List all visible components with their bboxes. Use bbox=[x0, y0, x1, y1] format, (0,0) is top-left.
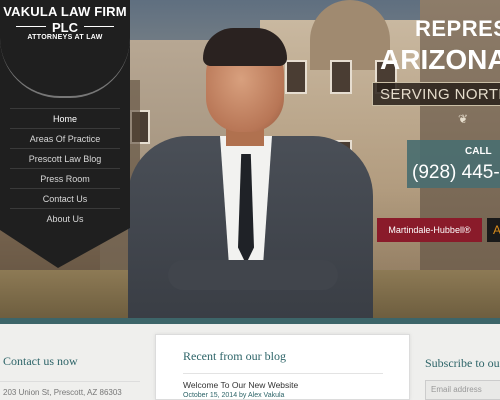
main-nav: Home Areas Of Practice Prescott Law Blog… bbox=[10, 108, 120, 228]
page: REPRESENT ARIZONA BU SERVING NORTHER ❦ C… bbox=[0, 0, 500, 400]
contact-title: Contact us now bbox=[3, 354, 78, 368]
blog-title: Recent from our blog bbox=[183, 349, 286, 363]
nav-item-press-room[interactable]: Press Room bbox=[10, 168, 120, 188]
nav-item-home[interactable]: Home bbox=[10, 108, 120, 128]
blog-post-meta: October 15, 2014 by Alex Vakula bbox=[183, 392, 285, 399]
martindale-badge[interactable]: Martindale-Hubbell® bbox=[377, 218, 482, 242]
blog-post-link[interactable]: Welcome To Our New Website bbox=[183, 380, 298, 390]
logo-divider-right bbox=[84, 26, 114, 27]
nav-item-areas-of-practice[interactable]: Areas Of Practice bbox=[10, 128, 120, 148]
hero-headline-line1: REPRESENT bbox=[415, 16, 500, 41]
email-input[interactable]: Email address bbox=[425, 380, 500, 400]
footer-widgets: Contact us now 203 Union St, Prescott, A… bbox=[0, 324, 500, 400]
hero-headline-line3: SERVING NORTHER bbox=[380, 86, 500, 103]
call-label: CALL bbox=[465, 146, 492, 157]
nav-item-about-us[interactable]: About Us bbox=[10, 208, 120, 228]
subscribe-title: Subscribe to our bbox=[425, 356, 500, 370]
blog-widget: Recent from our blog Welcome To Our New … bbox=[155, 334, 410, 400]
contact-address: 203 Union St, Prescott, AZ 86303 bbox=[0, 381, 140, 397]
logo-banner: VAKULA LAW FIRM PLC ATTORNEYS AT LAW Hom… bbox=[0, 0, 130, 268]
attorney-photo bbox=[128, 24, 373, 318]
logo-title[interactable]: VAKULA LAW FIRM bbox=[0, 4, 130, 19]
contact-widget: Contact us now 203 Union St, Prescott, A… bbox=[0, 332, 150, 397]
attorney-hair bbox=[203, 28, 287, 66]
subscribe-widget: Subscribe to our Email address bbox=[418, 332, 500, 400]
logo-tagline: ATTORNEYS AT LAW bbox=[27, 34, 103, 41]
logo-subtitle[interactable]: PLC bbox=[0, 20, 130, 35]
hero-headline-line2: ARIZONA BU bbox=[380, 44, 500, 75]
call-phone-number[interactable]: (928) 445-3 bbox=[412, 162, 500, 184]
blog-divider bbox=[183, 373, 383, 374]
nav-item-prescott-law-blog[interactable]: Prescott Law Blog bbox=[10, 148, 120, 168]
flourish-icon: ❦ bbox=[458, 112, 469, 126]
attorney-arms bbox=[168, 260, 338, 290]
rating-badge-icon[interactable]: A bbox=[487, 218, 500, 242]
nav-item-contact-us[interactable]: Contact Us bbox=[10, 188, 120, 208]
